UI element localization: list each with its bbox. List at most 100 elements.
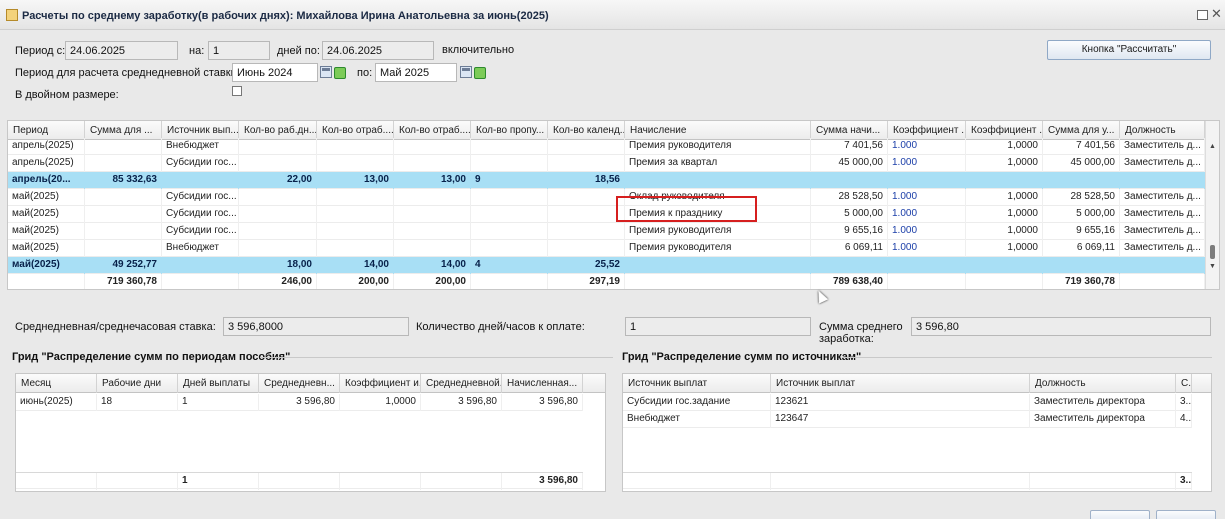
main-grid: Период Сумма для ... Источник вып... Кол-во…: [7, 120, 1220, 290]
period-from-label: Период с:: [15, 45, 66, 57]
column-header[interactable]: Начисленная...: [502, 374, 583, 393]
table-cell: Премия руководителя: [625, 223, 811, 240]
select-icon[interactable]: [334, 67, 346, 79]
column-header[interactable]: Среднедневн...: [259, 374, 340, 393]
table-cell: 1.000: [888, 240, 966, 257]
table-cell: 123647: [771, 411, 1030, 428]
table-cell: Заместитель д...: [1120, 138, 1205, 155]
calendar-icon[interactable]: [320, 66, 332, 78]
table-cell: [625, 257, 811, 274]
table-cell: 3 596,80: [421, 394, 502, 411]
table-cell: 28 528,50: [811, 189, 888, 206]
total-cell: [623, 473, 771, 490]
table-cell: 3...: [1176, 394, 1192, 411]
table-row[interactable]: Внебюджет123647Заместитель директора4...: [623, 411, 1192, 428]
table-cell: [548, 240, 625, 257]
table-cell: Заместитель д...: [1120, 189, 1205, 206]
table-cell: [811, 172, 888, 189]
table-row[interactable]: май(2025) Субсидии гос... Премия руководит…: [8, 223, 1205, 240]
table-cell: [1043, 257, 1120, 274]
table-cell: 719 360,78: [1043, 274, 1120, 289]
sources-grid: Источник выплат Источник выплат Должность С…: [622, 373, 1212, 492]
table-row[interactable]: июнь(2025) 18 1 3 596,80 1,0000 3 596,80 3 596…: [16, 394, 583, 411]
table-cell: 1.000: [888, 155, 966, 172]
table-cell: [394, 189, 471, 206]
mouse-cursor-icon: [813, 288, 829, 304]
table-cell: [548, 138, 625, 155]
calculate-button[interactable]: Кнопка "Рассчитать": [1047, 40, 1211, 60]
ok-button[interactable]: [1090, 510, 1150, 519]
table-cell: 85 332,63: [85, 172, 162, 189]
table-row[interactable]: май(2025) Внебюджет Премия руководителя 6 0…: [8, 240, 1205, 257]
table-cell: 14,00: [394, 257, 471, 274]
avg-period-from-field[interactable]: Июнь 2024: [232, 63, 318, 82]
calendar-icon[interactable]: [460, 66, 472, 78]
days-to-label: дней по:: [277, 45, 320, 57]
table-cell: 200,00: [317, 274, 394, 289]
table-row[interactable]: апрель(2025) Внебюджет Премия руководителя…: [8, 138, 1205, 155]
table-cell: 3 596,80: [502, 394, 583, 411]
table-row[interactable]: май(2025) Субсидии гос... Премия к праздни…: [8, 206, 1205, 223]
select-icon[interactable]: [474, 67, 486, 79]
section-divider: [842, 357, 1212, 358]
table-cell: 719 360,78: [85, 274, 162, 289]
column-header[interactable]: Источник выплат: [771, 374, 1030, 393]
table-cell: 4...: [1176, 411, 1192, 428]
column-header[interactable]: С...: [1176, 374, 1192, 393]
column-header[interactable]: Должность: [1030, 374, 1176, 393]
total-cell: [340, 473, 421, 490]
table-cell: июнь(2025): [16, 394, 97, 411]
cancel-button[interactable]: [1156, 510, 1216, 519]
column-header[interactable]: Источник выплат: [623, 374, 771, 393]
avg-sum-field[interactable]: 3 596,80: [911, 317, 1211, 336]
table-cell: [317, 138, 394, 155]
table-cell: [239, 155, 317, 172]
table-row[interactable]: Субсидии гос.задание 123621 Заместитель ди…: [623, 394, 1192, 411]
group-row[interactable]: май(2025) 49 252,77 18,00 14,00 14,00 4 25,52: [8, 257, 1205, 274]
days-pay-field[interactable]: 1: [625, 317, 811, 336]
group-row[interactable]: апрель(20... 85 332,63 22,00 13,00 13,00 9 18,…: [8, 172, 1205, 189]
column-header[interactable]: Среднедневной...: [421, 374, 502, 393]
total-cell: [771, 473, 1030, 490]
table-row[interactable]: апрель(2025) Субсидии гос... Премия за ква…: [8, 155, 1205, 172]
double-size-checkbox[interactable]: [232, 86, 242, 96]
close-icon[interactable]: ✕: [1211, 6, 1222, 22]
table-cell: 13,00: [394, 172, 471, 189]
table-cell: 6 069,11: [811, 240, 888, 257]
maximize-icon[interactable]: [1197, 10, 1208, 20]
days-pay-label: Количество дней/часов к оплате:: [416, 321, 585, 333]
table-cell: [317, 223, 394, 240]
table-cell: 1.000: [888, 189, 966, 206]
table-cell: [239, 240, 317, 257]
scroll-up-icon[interactable]: ▲: [1209, 143, 1216, 150]
totals-row[interactable]: 719 360,78 246,00 200,00 200,00 297,19 789 63…: [8, 274, 1205, 289]
avg-period-to-field[interactable]: Май 2025: [375, 63, 457, 82]
rate-field[interactable]: 3 596,8000: [223, 317, 409, 336]
column-header[interactable]: Коэффициент и...: [340, 374, 421, 393]
table-cell: [394, 223, 471, 240]
table-row[interactable]: май(2025) Субсидии гос... Оклад руководите…: [8, 189, 1205, 206]
column-header[interactable]: Рабочие дни: [97, 374, 178, 393]
scroll-thumb[interactable]: [1210, 245, 1215, 259]
table-cell: Заместитель директора: [1030, 411, 1176, 428]
period-to-field[interactable]: 24.06.2025: [322, 41, 434, 60]
table-cell: 297,19: [548, 274, 625, 289]
table-cell: [548, 206, 625, 223]
scroll-down-icon[interactable]: ▼: [1209, 263, 1216, 270]
table-cell: 9 655,16: [1043, 223, 1120, 240]
main-grid-scrollbar[interactable]: ▲ ▼: [1205, 121, 1219, 289]
table-cell: 200,00: [394, 274, 471, 289]
days-count-field[interactable]: 1: [208, 41, 270, 60]
table-cell: [548, 189, 625, 206]
table-cell: май(2025): [8, 223, 85, 240]
table-cell: [625, 172, 811, 189]
table-cell: 13,00: [317, 172, 394, 189]
table-cell: 45 000,00: [811, 155, 888, 172]
table-cell: 123621: [771, 394, 1030, 411]
totals-row: 3..: [623, 472, 1192, 490]
column-header[interactable]: Дней выплаты: [178, 374, 259, 393]
avg-sum-label: Сумма среднего заработка:: [819, 321, 903, 345]
period-from-field[interactable]: 24.06.2025: [65, 41, 178, 60]
column-header[interactable]: Месяц: [16, 374, 97, 393]
table-cell: Субсидии гос...: [162, 206, 239, 223]
